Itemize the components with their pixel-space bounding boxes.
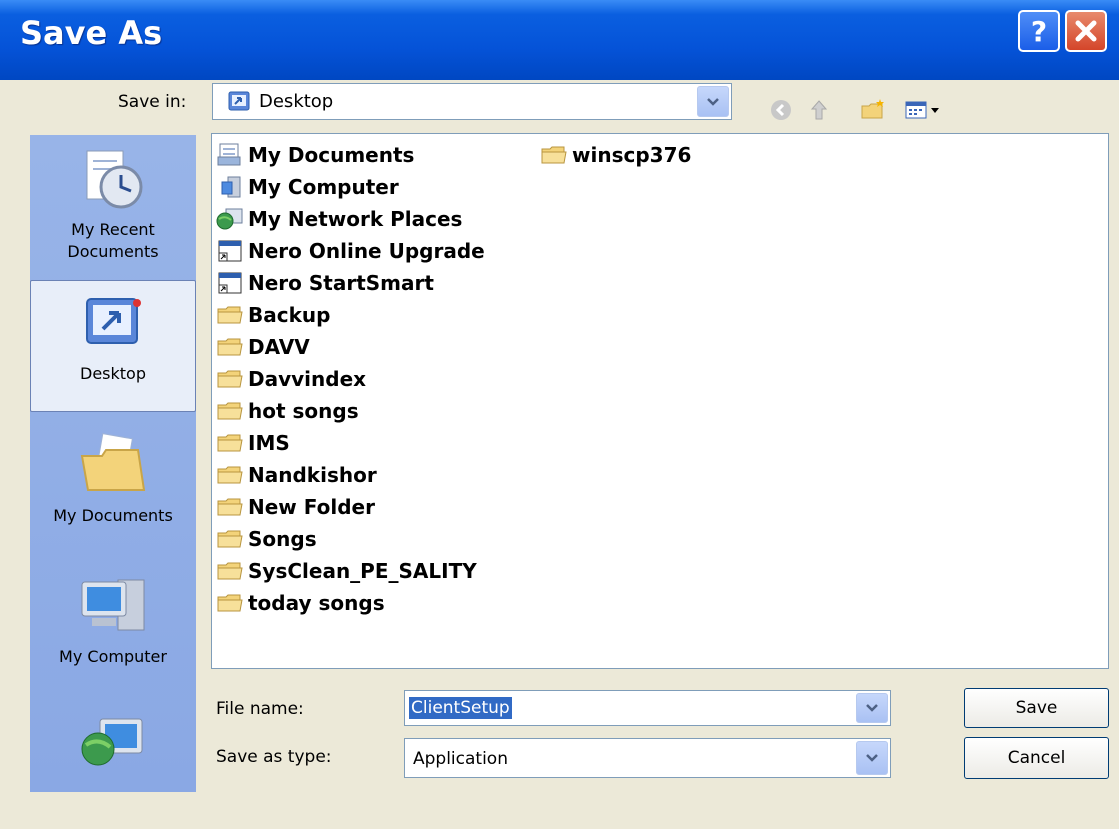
close-button[interactable] (1065, 10, 1107, 52)
file-name: Nero Online Upgrade (248, 239, 485, 263)
file-item-nero-startsmart[interactable]: Nero StartSmart (216, 268, 434, 298)
file-item-my-documents[interactable]: My Documents (216, 140, 414, 170)
folder-icon (217, 498, 243, 516)
save-as-type-label: Save as type: (216, 747, 332, 767)
back-button[interactable] (768, 97, 794, 123)
file-item-davvindex[interactable]: Davvindex (216, 364, 366, 394)
file-name: Davvindex (248, 367, 367, 391)
file-item-winscp376[interactable]: winscp376 (540, 140, 691, 170)
file-name: IMS (248, 431, 290, 455)
file-name-value: ClientSetup (409, 697, 512, 719)
new-folder-icon (861, 99, 884, 119)
file-item-nero-online-upgrade[interactable]: Nero Online Upgrade (216, 236, 485, 266)
file-name: Nandkishor (248, 463, 377, 487)
file-item-new-folder[interactable]: New Folder (216, 492, 375, 522)
file-item-nandkishor[interactable]: Nandkishor (216, 460, 377, 490)
file-item-davv[interactable]: DAVV (216, 332, 310, 362)
file-list[interactable]: My Documents My Computer My Network Plac… (211, 133, 1109, 669)
file-name: DAVV (248, 335, 310, 359)
file-item-today-songs[interactable]: today songs (216, 588, 385, 618)
help-button[interactable]: ? (1018, 10, 1060, 52)
save-as-type-value: Application (413, 749, 508, 769)
new-folder-button[interactable] (860, 97, 886, 123)
folder-icon (217, 434, 243, 452)
folder-icon (217, 562, 243, 580)
file-name: hot songs (248, 399, 359, 423)
place-label: Desktop (80, 364, 146, 383)
save-as-type-dropdown-arrow[interactable] (856, 741, 888, 775)
file-name: winscp376 (572, 143, 692, 167)
my-documents-icon (217, 143, 241, 166)
up-folder-button[interactable] (806, 97, 832, 123)
file-name: My Network Places (248, 207, 463, 231)
file-name: SysClean_PE_SALITY (248, 559, 477, 583)
folder-icon (217, 338, 243, 356)
place-desktop[interactable]: Desktop (30, 280, 196, 412)
back-arrow-icon (771, 100, 791, 120)
file-name-input[interactable]: ClientSetup (404, 690, 891, 726)
file-name-dropdown-arrow[interactable] (856, 693, 888, 723)
save-in-dropdown[interactable]: Desktop (212, 83, 732, 120)
file-name: Backup (248, 303, 331, 327)
shortcut-icon (218, 272, 242, 294)
save-in-dropdown-arrow[interactable] (697, 86, 729, 117)
my-documents-icon (80, 433, 146, 491)
chevron-down-icon (866, 704, 878, 712)
close-icon (1075, 20, 1097, 42)
file-name-label: File name: (216, 699, 304, 719)
file-name: Songs (248, 527, 317, 551)
file-item-sysclean-pe-sality[interactable]: SysClean_PE_SALITY (216, 556, 477, 586)
place-my-computer[interactable]: My Computer (30, 560, 196, 692)
network-icon (216, 208, 243, 230)
chevron-down-icon (866, 754, 878, 762)
file-name: My Computer (248, 175, 399, 199)
place-label: Documents (67, 242, 159, 261)
place-my-network-places[interactable] (30, 697, 196, 829)
chevron-down-icon (707, 97, 719, 106)
places-bar: My Recent Documents Desktop My Documents… (30, 135, 196, 792)
file-item-backup[interactable]: Backup (216, 300, 330, 330)
folder-icon (217, 530, 243, 548)
place-my-documents[interactable]: My Documents (30, 420, 196, 552)
views-icon (905, 101, 939, 119)
place-label: My Documents (53, 506, 173, 525)
up-folder-icon (810, 100, 828, 120)
file-item-hot-songs[interactable]: hot songs (216, 396, 359, 426)
computer-icon (221, 176, 241, 198)
folder-icon (217, 402, 243, 420)
folder-icon (217, 594, 243, 612)
save-button[interactable]: Save (964, 688, 1109, 728)
folder-icon (217, 306, 243, 324)
file-item-my-network-places[interactable]: My Network Places (216, 204, 462, 234)
network-places-icon (81, 718, 143, 766)
help-icon: ? (1030, 14, 1048, 48)
desktop-icon (86, 298, 141, 344)
file-name: today songs (248, 591, 385, 615)
cancel-button[interactable]: Cancel (964, 737, 1109, 779)
place-my-recent-documents[interactable]: My Recent Documents (30, 135, 196, 267)
window-title: Save As (20, 14, 163, 52)
recent-documents-icon (86, 150, 143, 209)
folder-icon (541, 146, 567, 164)
file-item-songs[interactable]: Songs (216, 524, 317, 554)
my-computer-icon (81, 579, 145, 631)
save-in-value: Desktop (259, 91, 334, 112)
desktop-small-icon (228, 91, 250, 111)
place-label: My Recent (71, 220, 155, 239)
folder-icon (217, 466, 243, 484)
file-name: New Folder (248, 495, 375, 519)
folder-icon (217, 370, 243, 388)
views-menu-button[interactable] (903, 97, 943, 123)
shortcut-icon (218, 240, 242, 262)
place-label: My Computer (59, 647, 167, 666)
file-name: Nero StartSmart (248, 271, 434, 295)
file-item-my-computer[interactable]: My Computer (216, 172, 399, 202)
file-name: My Documents (248, 143, 415, 167)
save-in-label: Save in: (118, 92, 187, 112)
title-bar[interactable]: Save As ? (0, 0, 1119, 80)
file-item-ims[interactable]: IMS (216, 428, 290, 458)
save-as-type-dropdown[interactable]: Application (404, 738, 891, 778)
